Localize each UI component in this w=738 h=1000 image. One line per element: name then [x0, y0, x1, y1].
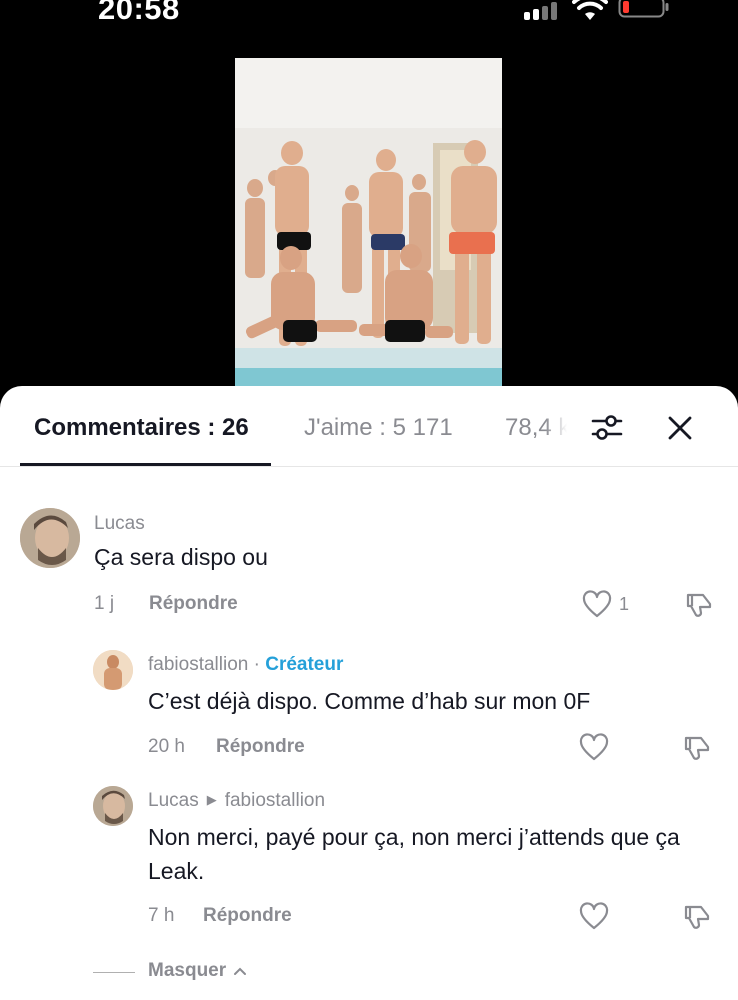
wifi-icon	[572, 0, 608, 20]
comment-text: Non merci, payé pour ça, non merci j’att…	[148, 824, 680, 884]
comment-text: C’est déjà dispo. Comme d’hab sur mon 0F	[148, 688, 591, 714]
comment-time: 7 h	[148, 905, 175, 926]
tab-views[interactable]: 78,4 k	[505, 414, 567, 442]
reply-button[interactable]: Répondre	[216, 736, 305, 758]
username-text[interactable]: fabiostallion	[148, 654, 248, 675]
close-icon[interactable]	[664, 412, 696, 444]
filter-sliders-icon[interactable]	[590, 410, 624, 444]
username-text[interactable]: Lucas	[148, 790, 199, 811]
app-screen: 20:58 Commentaires: 26 J'aime: 5 171 7…	[0, 0, 738, 1000]
creator-badge: Créateur	[265, 654, 344, 675]
comment-reply-item: fabiostallion · Créateur C’est déjà disp…	[0, 644, 738, 774]
comment-username[interactable]: Lucas	[94, 513, 145, 535]
tab-comments[interactable]: Commentaires : 26	[34, 414, 249, 442]
thumbs-down-icon[interactable]	[683, 590, 713, 620]
video-image	[235, 58, 502, 388]
reply-to-username[interactable]: fabiostallion	[225, 790, 325, 811]
comment-username[interactable]: Lucas ▶ fabiostallion	[148, 790, 325, 812]
avatar[interactable]	[93, 786, 133, 826]
comment-time: 20 h	[148, 736, 185, 757]
video-thumbnail[interactable]	[235, 58, 502, 388]
status-bar: 20:58	[0, 0, 738, 40]
reply-button[interactable]: Répondre	[203, 905, 292, 927]
separator-dot: ·	[253, 654, 260, 675]
status-time: 20:58	[98, 0, 180, 26]
cellular-signal-icon	[524, 2, 560, 20]
reply-arrow-icon: ▶	[206, 792, 217, 807]
like-count: 1	[619, 594, 630, 614]
avatar[interactable]	[93, 650, 133, 690]
thumbs-down-icon[interactable]	[681, 902, 711, 932]
reply-button[interactable]: Répondre	[149, 593, 238, 615]
divider-line	[93, 972, 135, 973]
hide-replies-button[interactable]: Masquer	[148, 960, 247, 982]
comment-reply-item: Lucas ▶ fabiostallion Non merci, payé pour…	[0, 786, 738, 946]
comment-username[interactable]: fabiostallion · Créateur	[148, 654, 343, 676]
comment-item: Lucas Ça sera dispo ou 1 j Répondre 1	[0, 496, 738, 626]
thumbs-down-icon[interactable]	[681, 733, 711, 763]
hide-replies-label[interactable]: Masquer	[148, 960, 226, 981]
comment-text: Ça sera dispo ou	[94, 544, 268, 570]
tab-likes[interactable]: J'aime : 5 171	[304, 414, 453, 442]
chevron-up-icon	[234, 967, 247, 975]
heart-outline-icon[interactable]	[579, 902, 609, 932]
heart-outline-icon[interactable]	[579, 733, 609, 763]
battery-icon	[618, 0, 669, 18]
active-tab-indicator	[20, 463, 271, 466]
tab-bar: Commentaires : 26 J'aime : 5 171 78,4 k	[0, 386, 738, 467]
heart-outline-icon[interactable]	[582, 590, 612, 620]
avatar[interactable]	[20, 508, 80, 568]
comment-time: 1 j	[94, 593, 115, 614]
comments-sheet: Commentaires : 26 J'aime : 5 171 78,4 k	[0, 386, 738, 1000]
